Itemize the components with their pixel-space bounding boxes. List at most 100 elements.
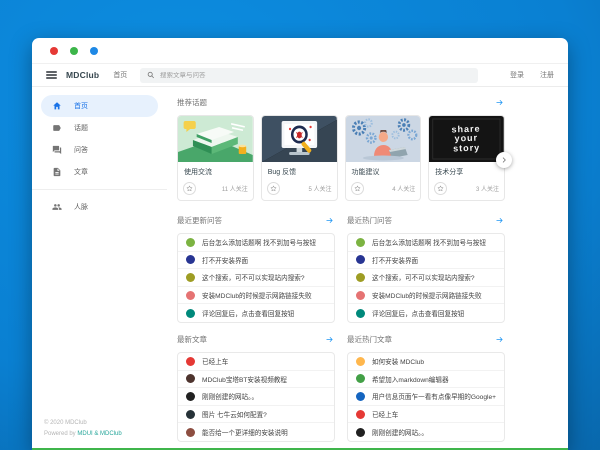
avatar (186, 392, 195, 401)
list-item-title: 用户信息页面乍一看有点像早期的Google+ (372, 391, 496, 401)
sidebar-item-topics[interactable]: 话题 (41, 117, 158, 139)
avatar (186, 291, 195, 300)
list-item[interactable]: 这个搜索，可不可以实现站内搜索? (178, 269, 334, 287)
list-item-title: 打不开安装界面 (372, 255, 418, 265)
follow-star-button[interactable] (434, 182, 447, 195)
section-title: 最新文章 (177, 334, 207, 345)
search-box[interactable] (140, 68, 478, 83)
sidebar-item-label: 文章 (74, 167, 88, 177)
list-item[interactable]: 已经上车 (178, 353, 334, 371)
avatar (356, 392, 365, 401)
nav-home-link[interactable]: 首页 (113, 70, 127, 80)
window-titlebar (32, 38, 568, 64)
powered-by-link[interactable]: MDUI & MDClub (77, 431, 121, 437)
topic-card-title: 技术分享 (429, 162, 504, 179)
list-item[interactable]: 评论回复后，点击查看回复按钮 (348, 304, 504, 322)
topic-image-bug (262, 116, 337, 162)
arrow-right-icon[interactable] (495, 216, 505, 226)
list-item[interactable]: 后台怎么添加话题啊 找不到加号与按钮 (348, 234, 504, 252)
app-header: MDClub 首页 登录 注册 (32, 64, 568, 87)
avatar (356, 410, 365, 419)
hot-questions-section: 最近热门问答 后台怎么添加话题啊 找不到加号与按钮 打不开安装界面 这个搜索，可… (347, 215, 505, 323)
list-item[interactable]: 刚刚创建的网站。。 (178, 388, 334, 406)
section-title: 最近更新问答 (177, 215, 222, 226)
window-dot-red[interactable] (50, 47, 58, 55)
avatar (356, 255, 365, 264)
avatar (356, 357, 365, 366)
list-item[interactable]: 刚刚创建的网站。。 (348, 423, 504, 441)
list-item-title: 能否给一个更详细的安装说明 (202, 427, 288, 437)
list-item-title: 刚刚创建的网站。。 (202, 391, 258, 401)
arrow-right-icon[interactable] (495, 334, 505, 344)
arrow-right-icon[interactable] (325, 216, 335, 226)
sidebar-item-home[interactable]: 首页 (41, 95, 158, 117)
list-item[interactable]: 安装MDClub的时候提示网路链接失败 (178, 287, 334, 305)
avatar (186, 357, 195, 366)
list-item[interactable]: 打不开安装界面 (348, 252, 504, 270)
topic-card-bug[interactable]: Bug 反馈 5 人关注 (261, 115, 338, 201)
sidebar-item-questions[interactable]: 问答 (41, 139, 158, 161)
list-item[interactable]: 希望加入markdown编辑器 (348, 371, 504, 389)
list-item[interactable]: 打不开安装界面 (178, 252, 334, 270)
list-item[interactable]: 这个搜索，可不可以实现站内搜索? (348, 269, 504, 287)
list-item[interactable]: 安装MDClub的时候提示网路链接失败 (348, 287, 504, 305)
article-icon (52, 167, 62, 177)
list-item-title: 安装MDClub的时候提示网路链接失败 (202, 290, 312, 300)
section-title: 最近热门文章 (347, 334, 392, 345)
article-list: 如何安装 MDClub 希望加入markdown编辑器 用户信息页面乍一看有点像… (347, 352, 505, 442)
list-item[interactable]: 评论回复后，点击查看回复按钮 (178, 304, 334, 322)
recent-questions-section: 最近更新问答 后台怎么添加话题啊 找不到加号与按钮 打不开安装界面 这个搜索，可… (177, 215, 335, 323)
follower-count: 4 人关注 (392, 184, 415, 193)
sidebar-divider (32, 189, 167, 190)
menu-icon[interactable] (46, 71, 57, 79)
question-answer-icon (52, 145, 62, 155)
list-item[interactable]: 如何安装 MDClub (348, 353, 504, 371)
topic-card-usage[interactable]: 使用交流 11 人关注 (177, 115, 254, 201)
page-footer: © 2020 MDClub Powered by MDUI & MDClub (32, 418, 167, 450)
follower-count: 5 人关注 (308, 184, 331, 193)
avatar (186, 255, 195, 264)
follow-star-button[interactable] (183, 182, 196, 195)
powered-by-text: Powered by (44, 431, 77, 437)
list-item-title: 已经上车 (372, 409, 398, 419)
topic-card-feature[interactable]: 功能建议 4 人关注 (345, 115, 422, 201)
list-item-title: 图片 七牛云如何配置? (202, 409, 267, 419)
avatar (186, 309, 195, 318)
list-item[interactable]: 图片 七牛云如何配置? (178, 406, 334, 424)
sidebar-item-people[interactable]: 人脉 (41, 196, 158, 218)
carousel-next-button[interactable] (496, 152, 512, 168)
people-icon (52, 202, 62, 212)
list-item[interactable]: 用户信息页面乍一看有点像早期的Google+ (348, 388, 504, 406)
copyright-text: © 2020 MDClub (44, 418, 157, 429)
question-list: 后台怎么添加话题啊 找不到加号与按钮 打不开安装界面 这个搜索，可不可以实现站内… (177, 233, 335, 323)
list-item-title: 这个搜索，可不可以实现站内搜索? (372, 272, 475, 282)
follow-star-button[interactable] (351, 182, 364, 195)
hot-articles-section: 最近热门文章 如何安装 MDClub 希望加入markdown编辑器 用户信息页… (347, 334, 505, 442)
follow-star-button[interactable] (267, 182, 280, 195)
browser-window: MDClub 首页 登录 注册 首页 话题 (32, 38, 568, 450)
register-link[interactable]: 注册 (540, 70, 554, 80)
window-dot-blue[interactable] (90, 47, 98, 55)
list-item-title: 刚刚创建的网站。。 (372, 427, 428, 437)
avatar (356, 309, 365, 318)
topic-card-share[interactable]: share your story 技术分享 3 人关注 (428, 115, 505, 201)
follower-count: 3 人关注 (476, 184, 499, 193)
list-item[interactable]: 后台怎么添加话题啊 找不到加号与按钮 (178, 234, 334, 252)
topic-card-title: 使用交流 (178, 162, 253, 179)
arrow-right-icon[interactable] (325, 334, 335, 344)
list-item[interactable]: 已经上车 (348, 406, 504, 424)
list-item-title: 希望加入markdown编辑器 (372, 374, 449, 384)
search-input[interactable] (160, 72, 471, 79)
list-item-title: 已经上车 (202, 356, 228, 366)
list-item[interactable]: 能否给一个更详细的安装说明 (178, 423, 334, 441)
topic-card-title: Bug 反馈 (262, 162, 337, 179)
sidebar-item-articles[interactable]: 文章 (41, 161, 158, 183)
avatar (356, 273, 365, 282)
window-dot-green[interactable] (70, 47, 78, 55)
list-item[interactable]: MDClub宝塔BT安装视频教程 (178, 371, 334, 389)
app-logo[interactable]: MDClub (66, 70, 99, 80)
avatar (356, 374, 365, 383)
login-link[interactable]: 登录 (510, 70, 524, 80)
arrow-right-icon[interactable] (495, 98, 505, 108)
avatar (186, 273, 195, 282)
